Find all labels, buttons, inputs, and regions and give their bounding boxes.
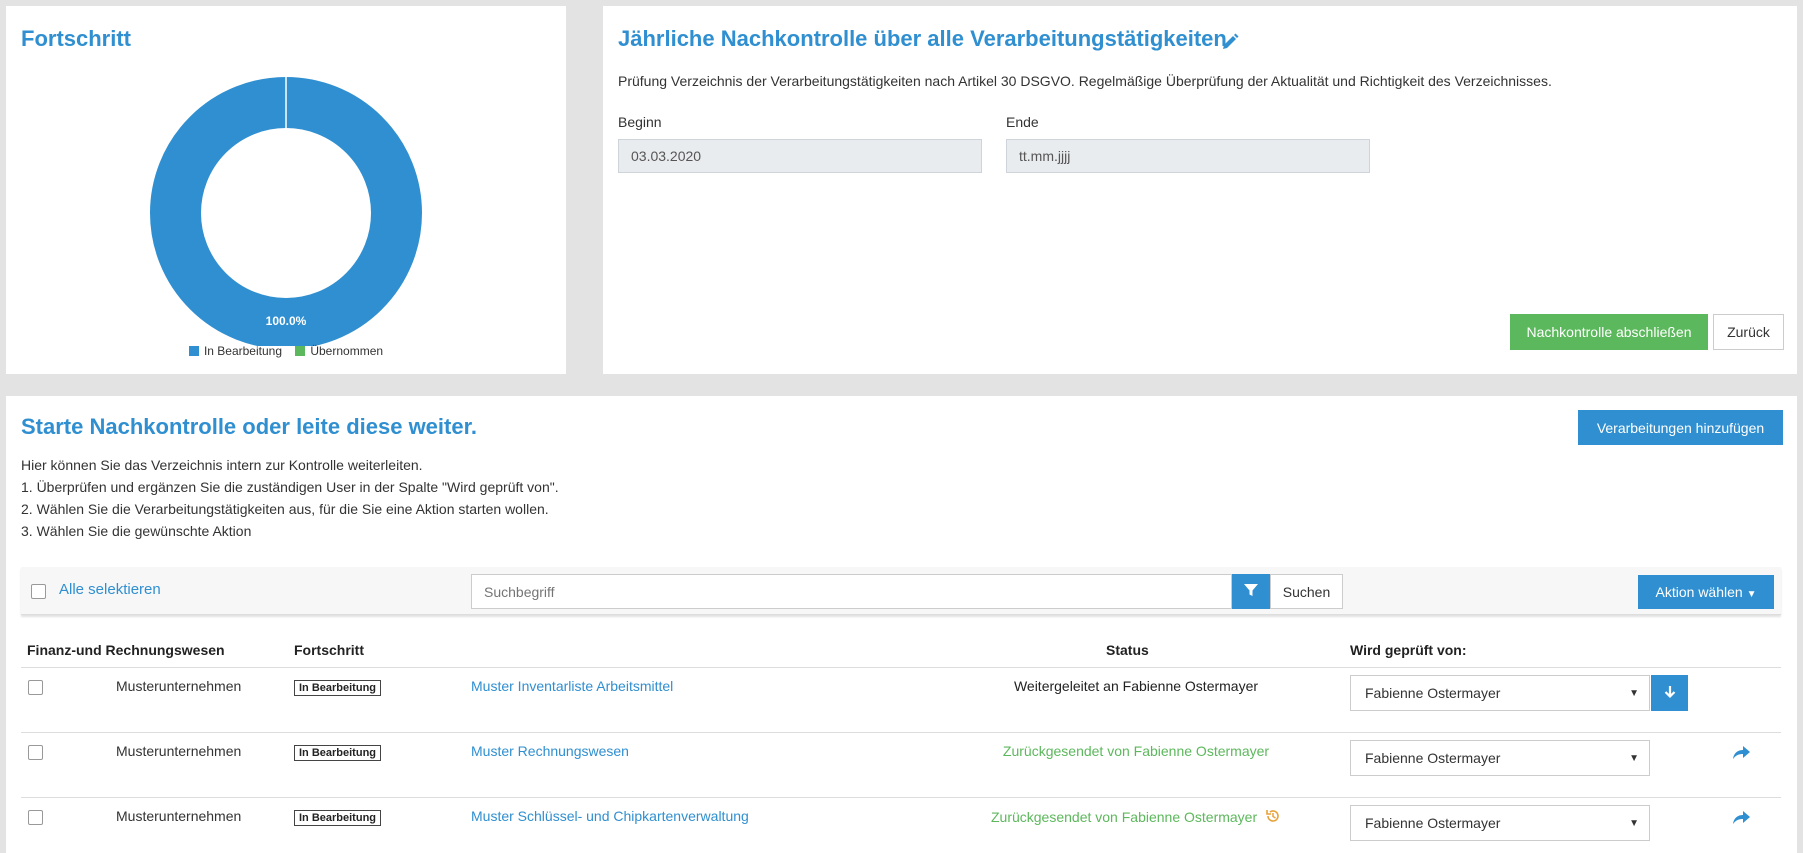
review-description: Prüfung Verzeichnis der Verarbeitungstät… — [618, 73, 1552, 89]
end-label: Ende — [1006, 114, 1039, 130]
share-forward-icon[interactable] — [1731, 743, 1751, 761]
chart-legend: In Bearbeitung Übernommen — [6, 344, 566, 358]
review-start-panel: Starte Nachkontrolle oder leite diese we… — [6, 396, 1797, 853]
main-title: Starte Nachkontrolle oder leite diese we… — [21, 414, 478, 439]
review-title: Jährliche Nachkontrolle über alle Verarb… — [618, 26, 1227, 51]
table-row: Musterunternehmen In Bearbeitung Muster … — [6, 798, 1797, 853]
forward-down-button[interactable] — [1651, 675, 1688, 711]
history-icon[interactable] — [1265, 808, 1281, 824]
action-select-button[interactable]: Aktion wählen ▼ — [1638, 575, 1774, 609]
end-date-field[interactable]: tt.mm.jjjj — [1006, 139, 1370, 173]
share-forward-icon[interactable] — [1731, 808, 1751, 826]
column-header-status: Status — [1106, 642, 1149, 658]
legend-label: Übernommen — [310, 344, 384, 358]
caret-down-icon: ▼ — [1746, 589, 1757, 600]
row-company: Musterunternehmen — [116, 743, 242, 759]
reviewer-select[interactable]: Fabienne Ostermayer ▼ — [1350, 740, 1650, 776]
status-badge: In Bearbeitung — [294, 745, 382, 761]
instruction-line: 1. Überprüfen und ergänzen Sie die zustä… — [21, 479, 559, 495]
caret-down-icon: ▼ — [1629, 688, 1639, 699]
row-status: Zurückgesendet von Fabienne Ostermayer — [1002, 743, 1270, 759]
reviewer-select-value: Fabienne Ostermayer — [1365, 815, 1501, 831]
select-all-label[interactable]: Alle selektieren — [59, 581, 161, 598]
select-all-checkbox[interactable] — [31, 584, 46, 599]
begin-label: Beginn — [618, 114, 662, 130]
processing-link[interactable]: Muster Schlüssel- und Chipkartenverwaltu… — [471, 808, 749, 824]
row-checkbox[interactable] — [28, 680, 43, 695]
search-button[interactable]: Suchen — [1270, 574, 1343, 609]
caret-down-icon: ▼ — [1629, 753, 1639, 764]
row-checkbox[interactable] — [28, 745, 43, 760]
complete-review-button[interactable]: Nachkontrolle abschließen — [1510, 314, 1708, 350]
reviewer-select[interactable]: Fabienne Ostermayer ▼ — [1350, 675, 1650, 711]
legend-swatch — [188, 346, 199, 356]
row-status-text: Zurückgesendet von Fabienne Ostermayer — [990, 809, 1258, 825]
donut-slice-in-bearbeitung[interactable] — [150, 77, 422, 346]
review-panel: Jährliche Nachkontrolle über alle Verarb… — [603, 6, 1797, 374]
row-status: Weitergeleitet an Fabienne Ostermayer — [1013, 678, 1259, 694]
filter-button[interactable] — [1232, 574, 1270, 609]
instruction-line: 2. Wählen Sie die Verarbeitungstätigkeit… — [21, 501, 549, 517]
instructions: Hier können Sie das Verzeichnis intern z… — [21, 454, 559, 542]
processing-link[interactable]: Muster Inventarliste Arbeitsmittel — [471, 678, 673, 694]
row-status: Zurückgesendet von Fabienne Ostermayer — [836, 808, 1436, 825]
search-input[interactable] — [471, 574, 1232, 609]
filter-icon — [1244, 584, 1258, 596]
action-select-label: Aktion wählen — [1655, 584, 1743, 600]
status-badge: In Bearbeitung — [294, 810, 382, 826]
table-row: Musterunternehmen In Bearbeitung Muster … — [6, 668, 1797, 732]
instruction-line: 3. Wählen Sie die gewünschte Aktion — [21, 523, 252, 539]
back-button[interactable]: Zurück — [1713, 314, 1784, 350]
begin-date-field[interactable]: 03.03.2020 — [618, 139, 982, 173]
reviewer-select[interactable]: Fabienne Ostermayer ▼ — [1350, 805, 1650, 841]
row-company: Musterunternehmen — [116, 678, 242, 694]
column-header-progress: Fortschritt — [294, 642, 364, 658]
progress-panel: Fortschritt 100.0% In Bearbeitung Überno… — [6, 6, 566, 374]
table-toolbar: Alle selektieren Suchen Aktion wählen ▼ — [21, 567, 1781, 615]
legend-swatch — [295, 346, 306, 356]
row-company: Musterunternehmen — [116, 808, 242, 824]
processing-link[interactable]: Muster Rechnungswesen — [471, 743, 629, 759]
legend-item-uebernommen[interactable]: Übernommen — [295, 344, 383, 358]
pencil-icon[interactable] — [1220, 32, 1240, 52]
arrow-down-icon — [1664, 685, 1675, 698]
legend-label: In Bearbeitung — [203, 344, 282, 358]
legend-item-in-bearbeitung[interactable]: In Bearbeitung — [188, 344, 282, 358]
donut-data-label: 100.0% — [266, 314, 307, 328]
column-header-reviewer: Wird geprüft von: — [1350, 642, 1467, 658]
reviewer-select-value: Fabienne Ostermayer — [1365, 685, 1501, 701]
status-badge: In Bearbeitung — [294, 680, 382, 696]
progress-donut-chart: 100.0% — [150, 77, 422, 346]
instruction-line: Hier können Sie das Verzeichnis intern z… — [21, 457, 423, 473]
reviewer-select-value: Fabienne Ostermayer — [1365, 750, 1501, 766]
caret-down-icon: ▼ — [1629, 818, 1639, 829]
add-processing-button[interactable]: Verarbeitungen hinzufügen — [1578, 410, 1783, 445]
row-checkbox[interactable] — [28, 810, 43, 825]
column-header-department: Finanz-und Rechnungswesen — [27, 642, 225, 658]
table-row: Musterunternehmen In Bearbeitung Muster … — [6, 733, 1797, 797]
